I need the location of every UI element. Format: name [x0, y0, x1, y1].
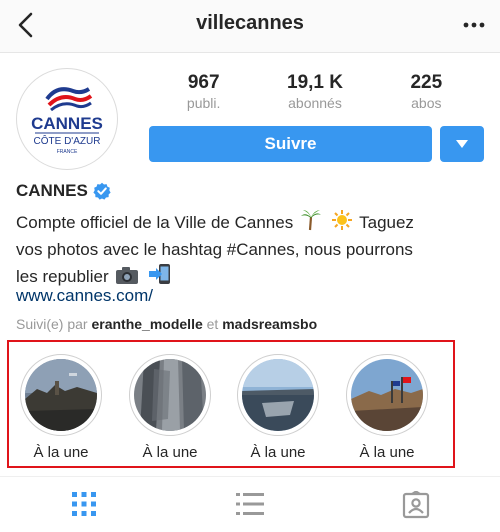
highlight-label: À la une: [33, 444, 89, 461]
profile-tab-bar: [0, 476, 500, 532]
highlight-thumbnail: [25, 359, 97, 431]
logo-brand-text: CANNES: [31, 114, 103, 133]
stat-value: 225: [410, 72, 443, 93]
stat-value: 19,1 K: [287, 72, 343, 93]
highlight-item[interactable]: À la une: [125, 354, 215, 461]
stat-label: publi.: [186, 95, 221, 111]
followed-by-joiner: et: [206, 316, 219, 332]
bio-line: Compte officiel de la Ville de Cannes Ta…: [16, 209, 486, 236]
stat-label: abonnés: [288, 95, 342, 111]
tab-list[interactable]: [236, 491, 264, 519]
list-icon: [236, 493, 264, 515]
highlight-item[interactable]: À la une: [16, 354, 106, 461]
highlight-ring: [20, 354, 102, 436]
top-bar: villecannes: [0, 0, 500, 53]
stat-value: 967: [187, 72, 220, 93]
verified-badge-icon: [93, 182, 111, 200]
highlight-item[interactable]: À la une: [233, 354, 323, 461]
phone-arrow-icon: [149, 264, 171, 284]
suggestions-dropdown-button[interactable]: [440, 126, 484, 162]
grid-icon: [72, 492, 96, 516]
followed-by: Suivi(e) par eranthe_modelle et madsream…: [16, 316, 317, 332]
stat-followers[interactable]: 19,1 K abonnés: [259, 72, 370, 116]
logo-country-text: FRANCE: [57, 149, 78, 155]
bio-text: Taguez: [359, 213, 414, 232]
bio-line: vos photos avec le hashtag #Cannes, nous…: [16, 236, 486, 263]
bio-text: Compte officiel de la Ville de Cannes: [16, 213, 294, 232]
highlight-item[interactable]: À la une: [342, 354, 432, 461]
profile-name: CANNES: [16, 181, 88, 200]
highlight-thumbnail: [134, 359, 206, 431]
stat-following[interactable]: 225 abos: [371, 72, 482, 116]
ellipsis-icon: [463, 22, 485, 28]
logo-sub-text: CÔTE D'AZUR: [34, 134, 101, 147]
tagged-icon: [402, 490, 430, 519]
profile-page: villecannes CANNES CÔTE D'AZUR FRANCE 96…: [0, 0, 500, 532]
profile-bio: Compte officiel de la Ville de Cannes Ta…: [16, 209, 486, 290]
website-link[interactable]: www.cannes.com/: [16, 286, 153, 306]
followed-by-prefix: Suivi(e) par: [16, 316, 88, 332]
highlight-label: À la une: [250, 444, 306, 461]
stat-label: abos: [411, 95, 442, 111]
stat-posts[interactable]: 967 publi.: [148, 72, 259, 116]
tab-tagged[interactable]: [402, 490, 430, 519]
highlight-ring: [129, 354, 211, 436]
profile-stats: 967 publi. 19,1 K abonnés 225 abos: [148, 72, 482, 116]
caret-down-icon: [456, 140, 468, 148]
camera-icon: [116, 267, 139, 284]
follower-link[interactable]: eranthe_modelle: [91, 316, 202, 332]
bio-text: les republier: [16, 267, 109, 286]
sun-icon: [331, 210, 352, 230]
avatar[interactable]: CANNES CÔTE D'AZUR FRANCE: [16, 68, 118, 170]
follower-link[interactable]: madsreamsbo: [222, 316, 317, 332]
highlight-thumbnail: [242, 359, 314, 431]
follow-button[interactable]: Suivre: [149, 126, 432, 162]
highlight-label: À la une: [359, 444, 415, 461]
profile-name-row: CANNES: [16, 181, 111, 201]
tab-grid[interactable]: [71, 491, 99, 519]
highlight-label: À la une: [142, 444, 198, 461]
highlight-thumbnail: [351, 359, 423, 431]
highlight-ring: [346, 354, 428, 436]
page-title: villecannes: [196, 12, 304, 34]
cannes-logo: CANNES CÔTE D'AZUR FRANCE: [31, 87, 103, 155]
bio-text: vos photos avec le hashtag #Cannes, nous…: [16, 240, 413, 259]
highlight-ring: [237, 354, 319, 436]
palm-tree-icon: [300, 210, 321, 231]
more-options-button[interactable]: [462, 18, 486, 30]
